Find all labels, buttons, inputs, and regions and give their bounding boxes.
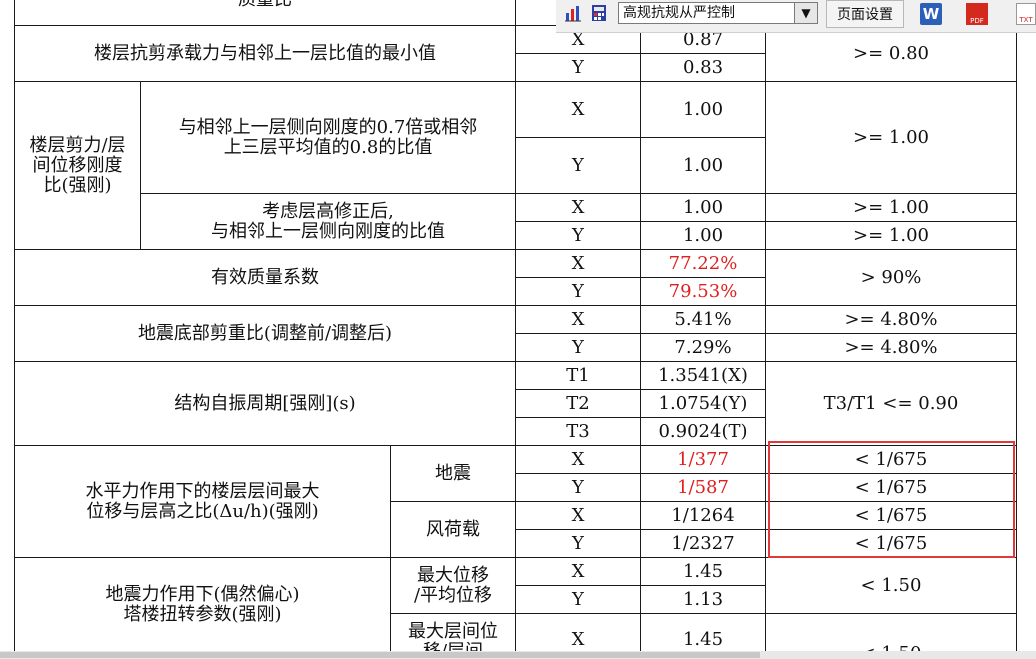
- effective-mass-x-value: 77.22%: [668, 252, 738, 274]
- effective-mass-limit: > 90%: [860, 266, 922, 288]
- direction-y: Y: [572, 336, 584, 358]
- torsion-sub1-limit: < 1.50: [860, 574, 922, 596]
- period-t1: T1: [566, 364, 590, 386]
- pdf-export-icon[interactable]: PDF: [966, 3, 988, 25]
- period-t2: T2: [566, 392, 590, 414]
- direction-y: Y: [572, 224, 584, 246]
- word-export-icon[interactable]: W: [920, 3, 942, 25]
- period-t3-value: 0.9024(T): [658, 420, 748, 442]
- direction-y: Y: [572, 56, 584, 78]
- stiffness-sub1-x-value: 1.00: [682, 98, 724, 120]
- stiffness-sub1-limit: >= 1.00: [853, 126, 929, 148]
- mass-ratio-label: 质量比: [15, 0, 515, 10]
- torsion-sub2-x-value: 1.45: [682, 629, 724, 650]
- stiffness-sub2-label: 考虑层高修正后, 与相邻上一层侧向刚度的比值: [211, 200, 445, 242]
- stiffness-sub2-y-value: 1.00: [682, 224, 724, 246]
- right-margin: [1024, 33, 1036, 651]
- shear-weight-y-value: 7.29%: [674, 336, 732, 358]
- chevron-down-icon[interactable]: ▼: [794, 3, 817, 23]
- direction-x: X: [571, 98, 585, 120]
- report-table: 质量比 楼层抗剪承载力与相邻上一层比值的最小值 X 0.87 Y 0.83 >=…: [0, 0, 1036, 659]
- page-setup-button[interactable]: 页面设置: [826, 0, 904, 28]
- highlight-box: [768, 441, 1015, 558]
- period-t3: T3: [566, 420, 590, 442]
- torsion-sub1-y-value: 1.13: [682, 588, 724, 610]
- period-limit: T3/T1 <= 0.90: [823, 392, 959, 414]
- period-t1-value: 1.3541(X): [658, 364, 748, 386]
- drift-wind-x-value: 1/1264: [671, 504, 735, 526]
- direction-y: Y: [572, 154, 584, 176]
- torsion-sub1-x-value: 1.45: [682, 560, 724, 582]
- direction-x: X: [571, 308, 585, 330]
- shear-capacity-y-value: 0.83: [682, 56, 724, 78]
- chart-icon[interactable]: [564, 4, 582, 22]
- direction-x: X: [571, 560, 585, 582]
- direction-x: X: [571, 196, 585, 218]
- direction-y: Y: [572, 476, 584, 498]
- shear-weight-y-limit: >= 4.80%: [844, 336, 938, 358]
- horizontal-scrollbar[interactable]: [0, 651, 1036, 659]
- drift-seismic-label: 地震: [435, 462, 471, 484]
- period-label: 结构自振周期[强刚](s): [174, 392, 356, 414]
- drift-wind-y-value: 1/2327: [671, 532, 735, 554]
- direction-y: Y: [572, 588, 584, 610]
- calculator-icon[interactable]: [590, 4, 608, 22]
- code-select[interactable]: 高规抗规从严控制 ▼: [618, 2, 818, 24]
- code-select-value: 高规抗规从严控制: [623, 5, 735, 21]
- drift-seismic-x-value: 1/377: [677, 448, 729, 470]
- shear-weight-x-limit: >= 4.80%: [844, 308, 938, 330]
- shear-weight-label: 地震底部剪重比(调整前/调整后): [137, 322, 393, 344]
- scrollbar-thumb[interactable]: [0, 652, 760, 658]
- shear-weight-x-value: 5.41%: [674, 308, 732, 330]
- direction-y: Y: [572, 280, 584, 302]
- drift-seismic-y-value: 1/587: [677, 476, 729, 498]
- effective-mass-label: 有效质量系数: [211, 266, 319, 288]
- shear-capacity-limit: >= 0.80: [853, 42, 929, 64]
- stiffness-sub2-y-limit: >= 1.00: [853, 224, 929, 246]
- period-t2-value: 1.0754(Y): [658, 392, 748, 414]
- direction-x: X: [571, 448, 585, 470]
- shear-capacity-label: 楼层抗剪承载力与相邻上一层比值的最小值: [94, 42, 436, 64]
- direction-x: X: [571, 504, 585, 526]
- stiffness-group-label: 楼层剪力/层 间位移刚度 比(强刚): [29, 134, 126, 196]
- stiffness-sub1-y-value: 1.00: [682, 154, 724, 176]
- toolbar: 高规抗规从严控制 ▼ 页面设置 W PDF TXT: [556, 0, 1036, 33]
- txt-export-icon[interactable]: TXT: [1016, 3, 1036, 25]
- effective-mass-y-value: 79.53%: [668, 280, 738, 302]
- direction-x: X: [571, 629, 585, 650]
- direction-y: Y: [572, 532, 584, 554]
- torsion-sub2-limit: < 1.50: [766, 614, 1016, 652]
- torsion-sub2-label: 最大层间位 移/层间: [408, 621, 498, 652]
- stiffness-sub2-x-value: 1.00: [682, 196, 724, 218]
- torsion-sub1-label: 最大位移 /平均位移: [413, 564, 493, 606]
- stiffness-sub1-label: 与相邻上一层侧向刚度的0.7倍或相邻 上三层平均值的0.8的比值: [178, 116, 478, 158]
- torsion-label: 地震力作用下(偶然偏心) 塔楼扭转参数(强刚): [105, 583, 300, 625]
- stiffness-sub2-x-limit: >= 1.00: [853, 196, 929, 218]
- drift-wind-label: 风荷载: [426, 518, 480, 540]
- direction-x: X: [571, 252, 585, 274]
- col-divider: [1016, 25, 1017, 651]
- drift-label: 水平力作用下的楼层层间最大 位移与层高之比(Δu/h)(强刚): [85, 480, 320, 522]
